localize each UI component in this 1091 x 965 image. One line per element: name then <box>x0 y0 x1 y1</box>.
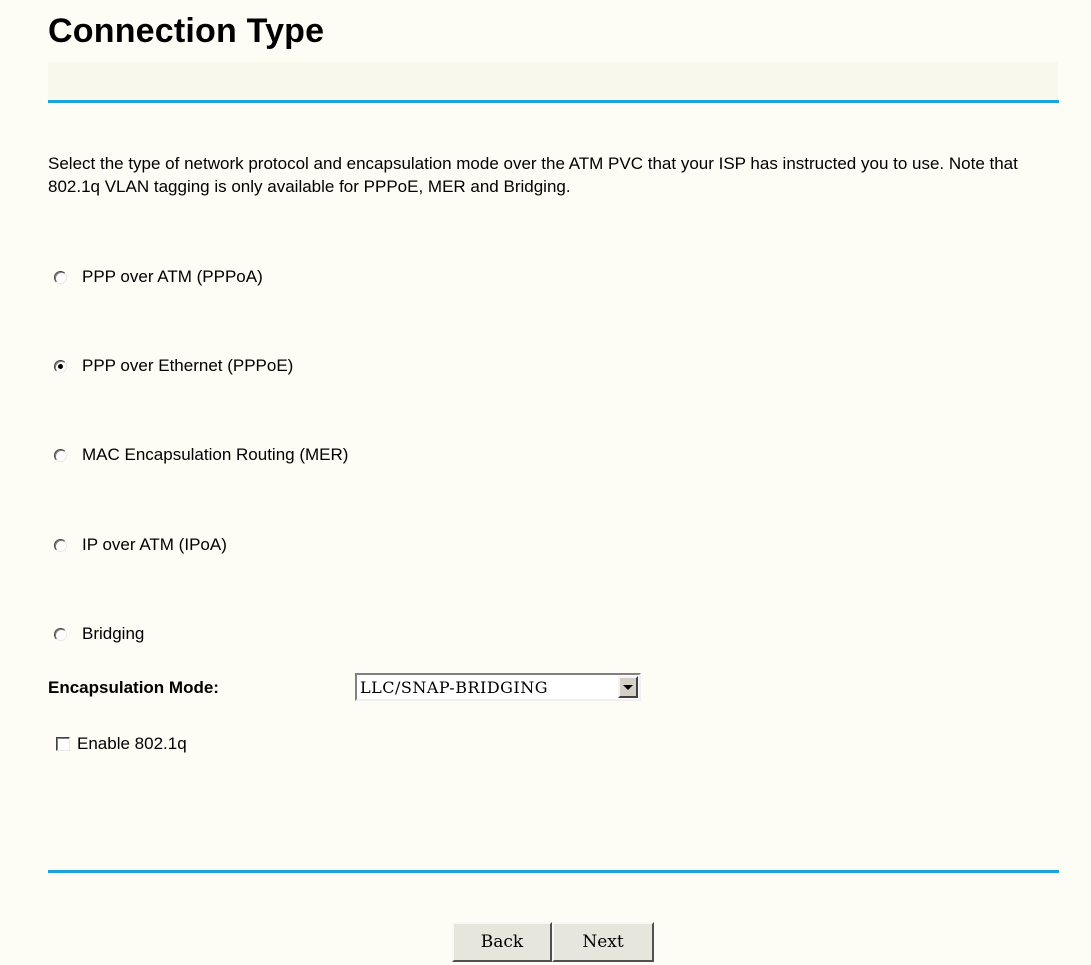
radio-button[interactable] <box>54 448 67 462</box>
radio-button[interactable] <box>54 538 67 552</box>
radio-label: MAC Encapsulation Routing (MER) <box>82 445 349 464</box>
encapsulation-mode-label: Encapsulation Mode: <box>48 678 219 697</box>
page-title: Connection Type <box>48 12 325 50</box>
radio-label: IP over ATM (IPoA) <box>82 535 227 554</box>
back-button[interactable]: Back <box>452 922 552 962</box>
radio-button[interactable] <box>54 359 67 373</box>
radio-option-ipoa[interactable]: IP over ATM (IPoA) <box>54 535 227 555</box>
next-button[interactable]: Next <box>552 922 654 962</box>
bottom-divider <box>48 870 1059 873</box>
radio-option-mer[interactable]: MAC Encapsulation Routing (MER) <box>54 445 348 465</box>
dropdown-arrow-icon[interactable] <box>618 676 638 698</box>
radio-option-bridging[interactable]: Bridging <box>54 624 144 644</box>
top-divider <box>48 100 1059 103</box>
enable-vlan-label: Enable 802.1q <box>77 734 187 753</box>
radio-option-pppoa[interactable]: PPP over ATM (PPPoA) <box>54 267 263 287</box>
enable-vlan-option[interactable]: Enable 802.1q <box>56 734 187 754</box>
connection-type-page: Connection Type Select the type of netwo… <box>0 0 1091 965</box>
title-band <box>48 62 1058 100</box>
description-text: Select the type of network protocol and … <box>48 154 1018 196</box>
radio-label: PPP over ATM (PPPoA) <box>82 267 263 286</box>
radio-option-pppoe[interactable]: PPP over Ethernet (PPPoE) <box>54 356 293 376</box>
radio-button[interactable] <box>54 627 67 641</box>
radio-label: PPP over Ethernet (PPPoE) <box>82 356 294 375</box>
encapsulation-mode-value: LLC/SNAP-BRIDGING <box>360 677 549 697</box>
encapsulation-mode-select[interactable]: LLC/SNAP-BRIDGING <box>355 673 641 701</box>
radio-button[interactable] <box>54 270 67 284</box>
enable-vlan-checkbox[interactable] <box>56 737 70 751</box>
radio-label: Bridging <box>82 624 145 643</box>
